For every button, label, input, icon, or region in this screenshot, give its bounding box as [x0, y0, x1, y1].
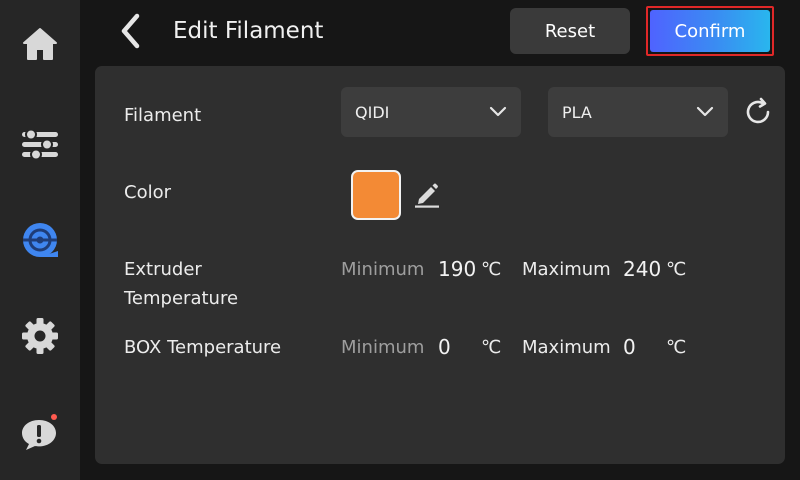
box-min-value[interactable]: 0 — [438, 333, 451, 362]
alert-chat-icon — [22, 414, 57, 450]
page-title: Edit Filament — [173, 18, 324, 44]
brand-dropdown[interactable]: QIDI — [341, 87, 521, 137]
home-icon — [23, 28, 57, 60]
filament-label: Filament — [124, 105, 202, 126]
refresh-icon — [746, 97, 770, 124]
extruder-max-unit: ℃ — [666, 259, 687, 280]
edit-color-button[interactable] — [411, 178, 443, 210]
box-min-unit: ℃ — [481, 337, 502, 358]
chevron-down-icon — [489, 106, 507, 117]
extruder-label-line1: Extruder — [124, 259, 202, 280]
confirm-button[interactable]: Confirm — [650, 10, 770, 52]
confirm-button-highlight: Confirm — [646, 6, 774, 56]
sidebar — [0, 0, 80, 480]
refresh-button[interactable] — [740, 94, 776, 130]
sliders-icon — [22, 128, 58, 161]
color-label: Color — [124, 182, 171, 203]
nav-notifications[interactable] — [0, 402, 80, 462]
extruder-max-label: Maximum — [522, 259, 611, 280]
edit-filament-panel: Filament QIDI PLA Color Extruder Tempera… — [95, 66, 785, 464]
box-min-label: Minimum — [341, 337, 425, 358]
box-max-unit: ℃ — [666, 337, 687, 358]
back-button[interactable] — [108, 8, 154, 54]
extruder-min-value[interactable]: 190 — [438, 255, 476, 284]
type-dropdown[interactable]: PLA — [548, 87, 728, 137]
filament-spool-icon — [23, 223, 58, 257]
extruder-min-label: Minimum — [341, 259, 425, 280]
extruder-max-value[interactable]: 240 — [623, 255, 661, 284]
nav-settings[interactable] — [0, 306, 80, 366]
nav-filament[interactable] — [0, 210, 80, 270]
gear-icon — [22, 318, 58, 354]
extruder-label-line2: Temperature — [124, 288, 239, 309]
color-swatch[interactable] — [351, 170, 401, 220]
box-temperature-label: BOX Temperature — [124, 337, 282, 358]
nav-home[interactable] — [0, 14, 80, 74]
reset-button[interactable]: Reset — [510, 8, 630, 54]
pencil-icon — [415, 183, 439, 208]
extruder-min-unit: ℃ — [481, 259, 502, 280]
brand-value: QIDI — [355, 102, 390, 122]
type-value: PLA — [562, 102, 592, 122]
box-max-value[interactable]: 0 — [623, 333, 636, 362]
nav-controls[interactable] — [0, 114, 80, 174]
chevron-left-icon — [121, 13, 140, 49]
chevron-down-icon — [696, 106, 714, 117]
box-max-label: Maximum — [522, 337, 611, 358]
